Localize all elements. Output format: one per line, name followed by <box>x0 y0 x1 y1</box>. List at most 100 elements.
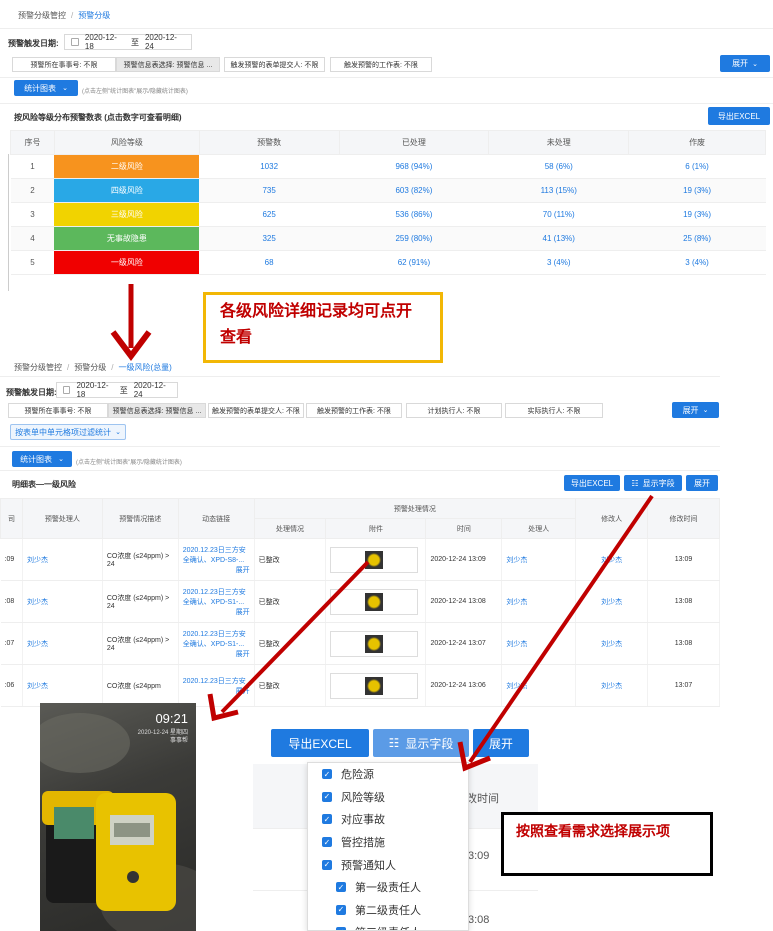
desc-cell: CO浓度 (≤24ppm) > 24 <box>102 538 179 581</box>
field-option[interactable]: ✓ 对应事故 <box>322 808 454 831</box>
chevron-down-icon: ⌄ <box>752 60 758 68</box>
count-link[interactable]: 68 <box>199 250 340 275</box>
show-fields-button[interactable]: ☷ 显示字段 <box>624 475 682 491</box>
filter-info-table[interactable]: 预警信息表选择: 预警信息 ... <box>116 57 220 72</box>
void-link[interactable]: 6 (1%) <box>628 154 766 179</box>
show-fields-button-zoom[interactable]: ☷ 显示字段 <box>373 729 469 757</box>
dynamic-link[interactable]: 2020.12.23日三方安全确认、XPD-S1-... <box>183 629 250 649</box>
field-option[interactable]: ✓ 管控措施 <box>322 831 454 854</box>
done-link[interactable]: 603 (82%) <box>339 178 489 203</box>
done-link[interactable]: 536 (86%) <box>339 202 489 227</box>
checkbox-checked-icon[interactable]: ✓ <box>322 791 332 802</box>
void-link[interactable]: 19 (3%) <box>628 178 766 203</box>
field-option[interactable]: ✓ 第三级责任人 <box>322 921 454 930</box>
handler-link[interactable]: 刘少杰 <box>22 538 103 581</box>
chevron-down-icon: ⌄ <box>62 85 68 92</box>
checkbox-checked-icon[interactable]: ✓ <box>336 882 346 893</box>
date-range-picker[interactable]: 2020-12-18 至 2020-12-24 <box>64 33 192 51</box>
processor-link[interactable]: 刘少杰 <box>501 622 577 665</box>
modifier-link[interactable]: 刘少杰 <box>575 538 649 581</box>
field-option[interactable]: ✓ 风险等级 <box>322 786 454 809</box>
cell-filter-button[interactable]: 按表单中单元格项过滤统计 ⌄ <box>10 424 126 440</box>
expand-link[interactable]: 展开 <box>183 649 250 659</box>
todo-link[interactable]: 41 (13%) <box>488 226 629 251</box>
attachment-thumbnail[interactable] <box>330 672 419 699</box>
handler-link[interactable]: 刘少杰 <box>22 580 103 623</box>
handler-link[interactable]: 刘少杰 <box>22 664 103 707</box>
field-option-label: 第三级责任人 <box>355 924 421 930</box>
breadcrumb-item[interactable]: 预警分级管控 <box>14 363 62 372</box>
todo-link[interactable]: 113 (15%) <box>488 178 629 203</box>
modifier-link[interactable]: 刘少杰 <box>575 580 649 623</box>
void-link[interactable]: 19 (3%) <box>628 202 766 227</box>
filter-item-number[interactable]: 预警所在事事号: 不限 <box>12 57 116 72</box>
attachment-photo[interactable]: 09:21 2020-12-24 星期四 事事帮 <box>40 703 196 931</box>
processor-link[interactable]: 刘少杰 <box>501 538 577 581</box>
expand-button-zoom[interactable]: 展开 <box>473 729 529 757</box>
count-link[interactable]: 325 <box>199 226 340 251</box>
filter-submitter[interactable]: 触发预警的表单提交人: 不限 <box>224 57 325 72</box>
done-link[interactable]: 62 (91%) <box>339 250 489 275</box>
modifier-link[interactable]: 刘少杰 <box>575 622 649 665</box>
field-option[interactable]: ✓ 第二级责任人 <box>322 899 454 922</box>
breadcrumb-item[interactable]: 预警分级管控 <box>18 11 66 20</box>
export-excel-button-zoom[interactable]: 导出EXCEL <box>271 729 369 757</box>
count-link[interactable]: 1032 <box>199 154 340 179</box>
processor-link[interactable]: 刘少杰 <box>501 580 577 623</box>
field-option[interactable]: ✓ 预警通知人 <box>322 853 454 876</box>
stats-chart-button[interactable]: 统计图表 ⌄ <box>14 80 78 96</box>
attachment-thumbnail[interactable] <box>330 630 419 657</box>
done-link[interactable]: 259 (80%) <box>339 226 489 251</box>
todo-link[interactable]: 58 (6%) <box>488 154 629 179</box>
expand-link[interactable]: 展开 <box>183 686 250 696</box>
divider <box>0 470 720 471</box>
attachment-thumbnail[interactable] <box>330 546 419 573</box>
export-excel-button[interactable]: 导出EXCEL <box>564 475 620 491</box>
row-index: 2 <box>10 178 55 203</box>
modifier-link[interactable]: 刘少杰 <box>575 664 649 707</box>
col-header: 已处理 <box>338 130 490 155</box>
expand-button[interactable]: 展开 ⌄ <box>720 55 770 72</box>
dynamic-link[interactable]: 2020.12.23日三方安全确认、XPD-S1-... <box>183 587 250 607</box>
void-link[interactable]: 25 (8%) <box>628 226 766 251</box>
checkbox-checked-icon[interactable]: ✓ <box>322 814 332 825</box>
handler-link[interactable]: 刘少杰 <box>22 622 103 665</box>
filter-planned-executor[interactable]: 计划执行人: 不限 <box>406 403 502 418</box>
void-link[interactable]: 3 (4%) <box>628 250 766 275</box>
filter-worksheet[interactable]: 触发预警的工作表: 不限 <box>330 57 432 72</box>
export-excel-button[interactable]: 导出EXCEL <box>708 107 770 125</box>
checkbox-checked-icon[interactable]: ✓ <box>322 769 332 780</box>
col-header: 预警处理人 <box>21 498 103 539</box>
done-link[interactable]: 968 (94%) <box>339 154 489 179</box>
expand-link[interactable]: 展开 <box>183 565 250 575</box>
date-range-picker[interactable]: 2020-12-18 至 2020-12-24 <box>56 381 178 399</box>
checkbox-checked-icon[interactable]: ✓ <box>322 837 332 848</box>
count-link[interactable]: 625 <box>199 202 340 227</box>
time-cell: :09 <box>0 538 23 581</box>
filter-actual-executor[interactable]: 实际执行人: 不限 <box>505 403 603 418</box>
expand-button[interactable]: 展开 ⌄ <box>672 402 719 418</box>
filter-worksheet[interactable]: 触发预警的工作表: 不限 <box>306 403 402 418</box>
filter-submitter[interactable]: 触发预警的表单提交人: 不限 <box>208 403 304 418</box>
expand-table-button[interactable]: 展开 <box>686 475 718 491</box>
image-icon <box>365 634 384 653</box>
dynamic-link[interactable]: 2020.12.23日三方安全确认、XPD-S8-... <box>183 545 250 565</box>
todo-link[interactable]: 70 (11%) <box>488 202 629 227</box>
stats-chart-button[interactable]: 统计图表 ⌄ <box>12 451 72 467</box>
checkbox-checked-icon[interactable]: ✓ <box>322 859 332 870</box>
attachment-thumbnail[interactable] <box>330 588 419 615</box>
status-cell: 已整改 <box>254 664 327 707</box>
dynamic-link[interactable]: 2020.12.23日三方安 <box>183 676 250 686</box>
breadcrumb-item[interactable]: 预警分级 <box>74 363 106 372</box>
checkbox-checked-icon[interactable]: ✓ <box>336 904 346 915</box>
todo-link[interactable]: 3 (4%) <box>488 250 629 275</box>
field-option[interactable]: ✓ 第一级责任人 <box>322 876 454 899</box>
checkbox-checked-icon[interactable]: ✓ <box>336 927 346 930</box>
count-link[interactable]: 735 <box>199 178 340 203</box>
expand-link[interactable]: 展开 <box>183 607 250 617</box>
processor-link[interactable]: 刘少杰 <box>501 664 577 707</box>
field-option[interactable]: ✓ 危险源 <box>322 763 454 786</box>
filter-item-number[interactable]: 预警所在事事号: 不限 <box>8 403 108 418</box>
filter-info-table[interactable]: 预警信息表选择: 预警信息 ... <box>108 403 206 418</box>
modify-time-cell: 13:09 <box>647 538 720 581</box>
